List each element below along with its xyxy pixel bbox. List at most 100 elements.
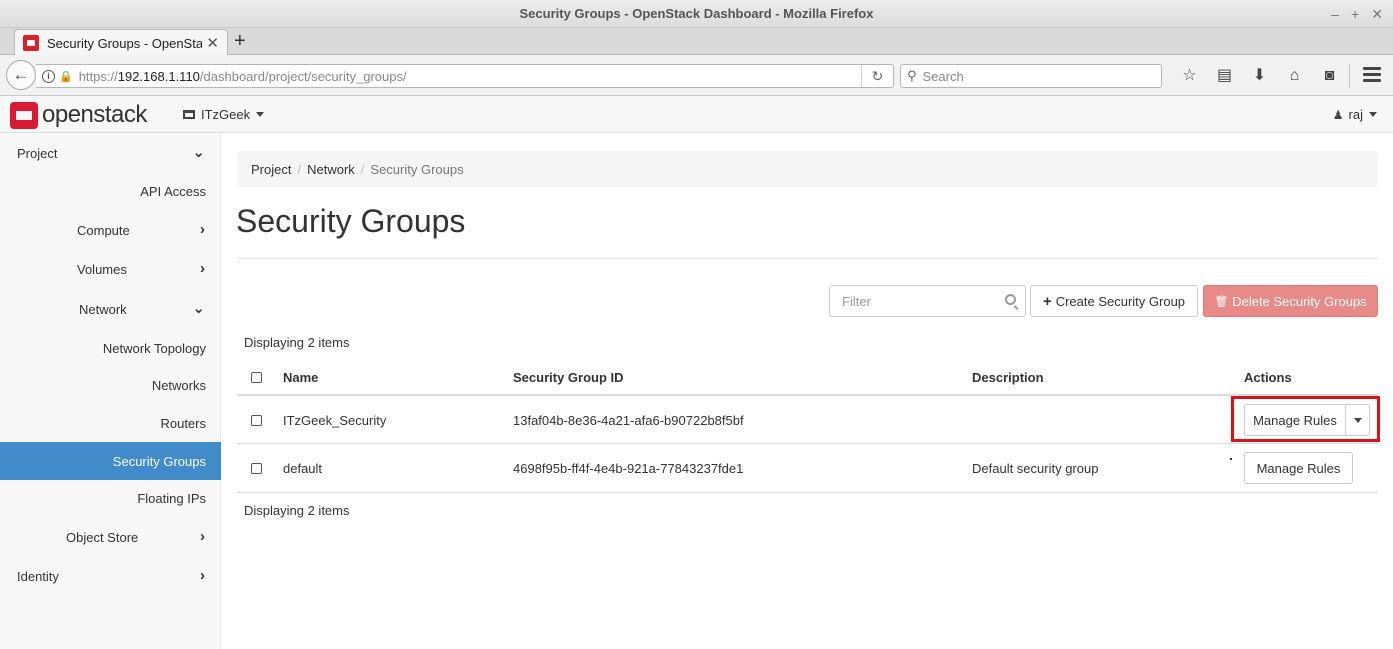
- plus-icon: +: [1042, 292, 1052, 310]
- row-name: ITzGeek_Security: [283, 412, 387, 428]
- row-name: default: [283, 460, 323, 476]
- tab-title: Security Groups - OpenStac: [47, 35, 203, 51]
- close-window-icon[interactable]: ✕: [1371, 0, 1383, 28]
- column-header-name[interactable]: Name: [283, 360, 318, 394]
- nav-toolbar: ← i 🔒 https:// 192.168.1.110 /dashboard/…: [0, 55, 1393, 96]
- pocket-icon[interactable]: ◙: [1312, 64, 1347, 88]
- sidebar-item-volumes[interactable]: Volumes ›: [0, 250, 221, 288]
- window-title: Security Groups - OpenStack Dashboard - …: [519, 6, 874, 21]
- breadcrumb-security-groups: Security Groups: [370, 161, 464, 177]
- tab-close-icon[interactable]: ✕: [206, 34, 219, 52]
- column-header-id[interactable]: Security Group ID: [513, 360, 624, 394]
- breadcrumb-project[interactable]: Project: [251, 162, 291, 177]
- info-icon[interactable]: i: [42, 69, 55, 83]
- caret-down-icon: [1369, 112, 1377, 117]
- download-icon[interactable]: ⬇: [1242, 64, 1277, 88]
- title-divider: [237, 258, 1378, 259]
- logo-text: openstack: [42, 101, 147, 128]
- sidebar-item-security-groups[interactable]: Security Groups: [0, 442, 221, 480]
- breadcrumb: Project / Network / Security Groups: [237, 151, 1378, 187]
- toolbar-separator: [1349, 64, 1350, 88]
- chevron-down-icon: ⌄: [192, 300, 205, 317]
- item-count-bottom: Displaying 2 items: [244, 503, 350, 518]
- table-header: Name Security Group ID Description Actio…: [237, 360, 1378, 396]
- bookmark-star-icon[interactable]: ☆: [1172, 64, 1207, 88]
- filter-box[interactable]: [829, 285, 1026, 317]
- row-checkbox[interactable]: [251, 414, 262, 426]
- breadcrumb-separator: /: [297, 161, 302, 177]
- hamburger-menu-icon[interactable]: [1363, 67, 1381, 85]
- chevron-right-icon: ›: [200, 221, 205, 238]
- chevron-down-icon: ⌄: [192, 144, 205, 161]
- openstack-logo-icon: [10, 101, 38, 129]
- page-title: Security Groups: [236, 203, 466, 239]
- caret-down-icon: [256, 112, 265, 117]
- table-row: default 4698f95b-ff4f-4e4b-921a-77843237…: [237, 444, 1378, 493]
- row-checkbox[interactable]: [251, 462, 262, 474]
- delete-security-groups-button[interactable]: 🗑 Delete Security Groups: [1203, 285, 1378, 317]
- row-id: 13faf04b-8e36-4a21-afa6-b90722b8f5bf: [513, 412, 744, 428]
- sidebar: Project ⌄ API Access Compute › Volumes ›…: [0, 133, 221, 649]
- create-security-group-button[interactable]: + Create Security Group: [1030, 285, 1198, 317]
- sidebar-item-network-topology[interactable]: Network Topology: [0, 329, 221, 367]
- sidebar-item-project[interactable]: Project ⌄: [0, 134, 221, 172]
- tab-strip: Security Groups - OpenStac ✕ +: [0, 28, 1393, 56]
- lock-icon[interactable]: 🔒: [59, 70, 73, 83]
- reading-list-icon[interactable]: ▤: [1207, 64, 1242, 88]
- sidebar-item-floating-ips[interactable]: Floating IPs: [0, 479, 221, 517]
- table-row: ITzGeek_Security 13faf04b-8e36-4a21-afa6…: [237, 397, 1378, 444]
- chevron-right-icon: ›: [200, 528, 205, 545]
- url-protocol: https://: [78, 68, 118, 84]
- sidebar-item-compute[interactable]: Compute ›: [0, 211, 221, 249]
- toolbar-icons: ☆ ▤ ⬇ ⌂ ◙: [1172, 64, 1347, 88]
- chevron-right-icon: ›: [200, 260, 205, 277]
- sidebar-item-identity[interactable]: Identity ›: [0, 557, 221, 595]
- highlight-annotation: [1231, 396, 1380, 442]
- user-menu[interactable]: ♟ raj: [1333, 107, 1377, 122]
- project-name: ITzGeek: [201, 107, 251, 122]
- sidebar-item-network[interactable]: Network ⌄: [0, 290, 221, 328]
- home-icon[interactable]: ⌂: [1277, 64, 1312, 88]
- window-controls: – + ✕: [1331, 0, 1383, 28]
- project-switcher[interactable]: ITzGeek: [183, 107, 265, 122]
- column-header-actions: Actions: [1244, 369, 1292, 385]
- breadcrumb-separator: /: [360, 161, 365, 177]
- reload-icon[interactable]: ↻: [861, 65, 893, 87]
- sidebar-item-api-access[interactable]: API Access: [0, 172, 221, 210]
- sidebar-item-networks[interactable]: Networks: [0, 366, 221, 404]
- project-icon: [183, 110, 195, 119]
- url-bar[interactable]: i 🔒 https:// 192.168.1.110 /dashboard/pr…: [36, 64, 894, 88]
- back-button[interactable]: ←: [6, 60, 36, 90]
- new-tab-button[interactable]: +: [234, 30, 246, 52]
- search-bar[interactable]: ⚲ Search: [900, 64, 1162, 88]
- back-arrow-icon: ←: [12, 65, 30, 84]
- filter-input[interactable]: [842, 293, 992, 309]
- stray-dot: [1230, 458, 1232, 460]
- manage-rules-button[interactable]: Manage Rules: [1244, 452, 1353, 484]
- search-icon[interactable]: [1005, 294, 1016, 305]
- browser-tab[interactable]: Security Groups - OpenStac ✕: [14, 29, 228, 56]
- sidebar-item-routers[interactable]: Routers: [0, 404, 221, 442]
- item-count-top: Displaying 2 items: [244, 335, 350, 350]
- openstack-logo[interactable]: openstack: [10, 101, 147, 129]
- user-name: raj: [1348, 107, 1363, 122]
- url-path: /dashboard/project/security_groups/: [199, 68, 407, 84]
- openstack-favicon-icon: [23, 35, 39, 51]
- search-placeholder: Search: [922, 68, 964, 84]
- url-host: 192.168.1.110: [117, 68, 200, 84]
- column-header-description[interactable]: Description: [972, 360, 1044, 394]
- minimize-icon[interactable]: –: [1331, 0, 1339, 28]
- trash-icon: 🗑: [1214, 295, 1229, 308]
- select-all-checkbox[interactable]: [251, 371, 262, 383]
- window-titlebar: Security Groups - OpenStack Dashboard - …: [0, 0, 1393, 28]
- breadcrumb-network[interactable]: Network: [307, 162, 355, 177]
- row-id: 4698f95b-ff4f-4e4b-921a-77843237fde1: [513, 460, 744, 476]
- sidebar-item-object-store[interactable]: Object Store ›: [0, 518, 221, 556]
- maximize-icon[interactable]: +: [1351, 0, 1359, 28]
- search-icon: ⚲: [907, 68, 917, 83]
- chevron-right-icon: ›: [200, 567, 205, 584]
- openstack-header: openstack ITzGeek ♟ raj: [0, 96, 1393, 133]
- row-description: Default security group: [972, 460, 1099, 476]
- user-icon: ♟: [1332, 107, 1344, 122]
- row-action-group: Manage Rules: [1244, 452, 1353, 484]
